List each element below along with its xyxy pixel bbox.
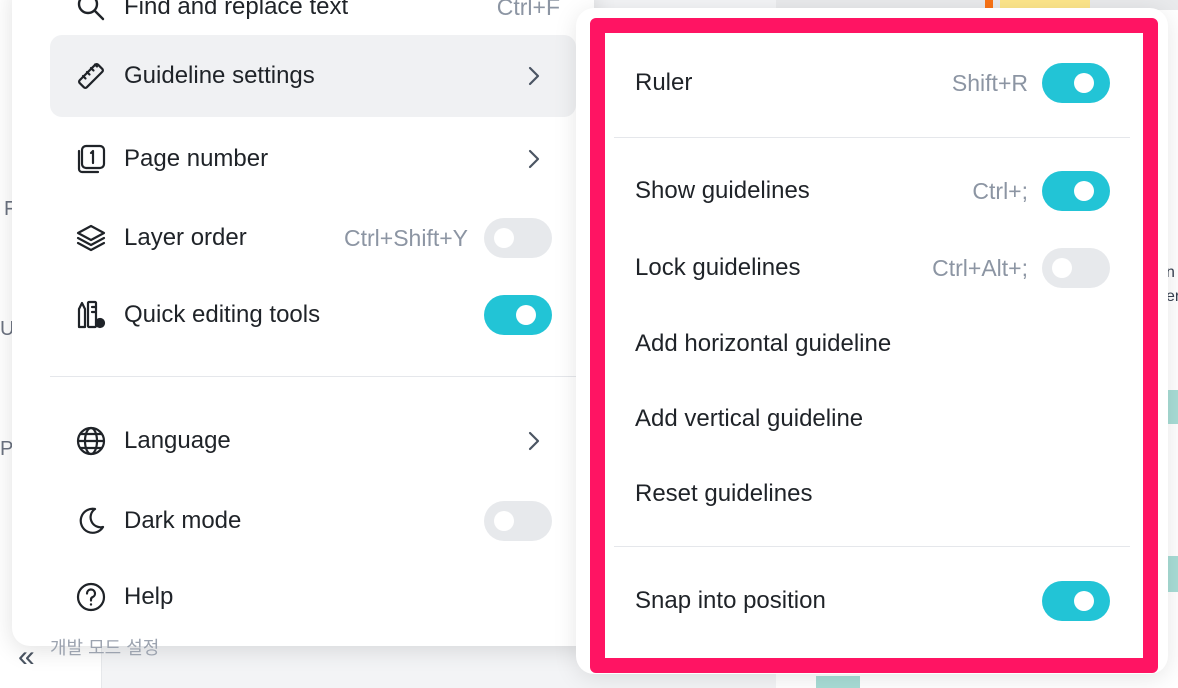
submenu-item-label: Lock guidelines	[635, 254, 801, 281]
menu-item-label: Language	[124, 427, 231, 454]
menu-item-label: Quick editing tools	[124, 301, 321, 328]
globe-icon	[74, 424, 108, 458]
menu-item-help[interactable]: Help	[50, 556, 576, 638]
chevron-right-icon	[528, 66, 540, 86]
shortcut-text: Ctrl+;	[972, 177, 1028, 204]
ruler-toggle[interactable]	[1042, 63, 1110, 103]
submenu-item-snap-into-position[interactable]: Snap into position	[635, 571, 1110, 631]
submenu-item-add-vertical-guideline[interactable]: Add vertical guideline	[635, 389, 1110, 449]
dark-mode-toggle[interactable]	[484, 501, 552, 541]
collapse-panel-icon[interactable]: «	[18, 642, 35, 672]
menu-item-label: Help	[124, 583, 174, 610]
menu-item-language[interactable]: Language	[50, 400, 576, 482]
shortcut-text: Ctrl+Shift+Y	[344, 224, 468, 251]
menu-item-label: Guideline settings	[124, 62, 315, 89]
moon-icon	[74, 504, 108, 538]
layers-icon	[74, 221, 108, 255]
submenu-item-show-guidelines[interactable]: Show guidelines Ctrl+;	[635, 161, 1110, 221]
help-icon	[74, 580, 108, 614]
ruler-icon	[74, 59, 108, 93]
menu-item-layer-order[interactable]: Layer order Ctrl+Shift+Y	[50, 197, 576, 279]
submenu-item-label: Ruler	[635, 69, 693, 96]
toggle-knob	[1074, 181, 1094, 201]
chevron-right-icon	[528, 149, 540, 169]
submenu-item-label: Show guidelines	[635, 177, 810, 204]
search-icon	[74, 0, 108, 24]
toggle-knob	[1052, 258, 1072, 278]
menu-item-label: Find and replace text	[124, 0, 349, 20]
toggle-knob	[1074, 591, 1094, 611]
menu-item-guideline-settings[interactable]: Guideline settings	[50, 35, 576, 117]
submenu-item-label: Reset guidelines	[635, 480, 813, 507]
submenu-item-add-horizontal-guideline[interactable]: Add horizontal guideline	[635, 314, 1110, 374]
toggle-knob	[1074, 73, 1094, 93]
submenu-item-label: Add horizontal guideline	[635, 330, 892, 357]
chevron-right-icon	[528, 431, 540, 451]
menu-item-label: Page number	[124, 145, 269, 172]
submenu-divider	[614, 546, 1130, 547]
show-guidelines-toggle[interactable]	[1042, 171, 1110, 211]
shortcut-text: Shift+R	[951, 69, 1028, 96]
menu-item-quick-editing-tools[interactable]: Quick editing tools	[50, 274, 576, 356]
shortcut-text: Ctrl+F	[496, 0, 560, 20]
submenu-item-reset-guidelines[interactable]: Reset guidelines	[635, 464, 1110, 524]
menu-item-label: Layer order	[124, 224, 247, 251]
lock-guidelines-toggle[interactable]	[1042, 248, 1110, 288]
quick-editing-tools-toggle[interactable]	[484, 295, 552, 335]
menu-item-page-number[interactable]: Page number	[50, 118, 576, 200]
layer-order-toggle[interactable]	[484, 218, 552, 258]
submenu-divider	[614, 137, 1130, 138]
submenu-item-lock-guidelines[interactable]: Lock guidelines Ctrl+Alt+;	[635, 238, 1110, 298]
submenu-item-ruler[interactable]: Ruler Shift+R	[635, 53, 1110, 113]
submenu-item-label: Add vertical guideline	[635, 405, 864, 432]
editing-tools-icon	[74, 298, 108, 332]
page-number-icon	[74, 142, 108, 176]
menu-item-label: Dark mode	[124, 507, 242, 534]
menu-item-dark-mode[interactable]: Dark mode	[50, 480, 576, 562]
submenu-item-label: Snap into position	[635, 587, 826, 614]
menu-divider	[50, 376, 576, 377]
settings-menu: 개발 모드 설정 Find and replace text Ctrl+F Gu…	[12, 0, 594, 658]
toggle-knob	[494, 228, 514, 248]
toggle-knob	[494, 511, 514, 531]
shortcut-text: Ctrl+Alt+;	[932, 254, 1028, 281]
snap-into-position-toggle[interactable]	[1042, 581, 1110, 621]
toggle-knob	[516, 305, 536, 325]
bottom-tile	[816, 676, 860, 688]
